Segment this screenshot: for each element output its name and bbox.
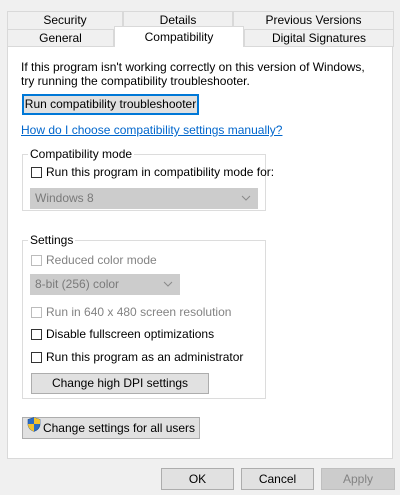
compatibility-mode-title: Compatibility mode	[28, 147, 135, 161]
run-640-checkbox	[31, 306, 42, 318]
run-as-admin-label: Run this program as an administrator	[46, 350, 244, 364]
change-all-users-label: Change settings for all users	[42, 421, 196, 435]
run-as-admin-row[interactable]: Run this program as an administrator	[31, 350, 243, 364]
disable-fullscreen-checkbox[interactable]	[31, 328, 42, 340]
intro-text: If this program isn't working correctly …	[21, 60, 365, 88]
help-link[interactable]: How do I choose compatibility settings m…	[21, 123, 282, 137]
os-select-value: Windows 8	[35, 191, 94, 205]
reduced-color-label: Reduced color mode	[46, 253, 157, 267]
cancel-button[interactable]: Cancel	[241, 468, 314, 490]
change-high-dpi-button[interactable]: Change high DPI settings	[31, 373, 209, 394]
compatibility-panel: If this program isn't working correctly …	[7, 46, 393, 459]
compat-mode-checkbox-row[interactable]: Run this program in compatibility mode f…	[31, 165, 274, 179]
run-640-label: Run in 640 x 480 screen resolution	[46, 305, 232, 319]
tab-security[interactable]: Security	[7, 11, 123, 29]
tab-general[interactable]: General	[7, 29, 114, 47]
tab-digital-signatures[interactable]: Digital Signatures	[244, 29, 394, 47]
chevron-down-icon	[241, 189, 251, 215]
disable-fullscreen-label: Disable fullscreen optimizations	[46, 327, 215, 341]
os-select: Windows 8	[30, 188, 258, 209]
settings-title: Settings	[28, 233, 76, 247]
disable-fullscreen-row[interactable]: Disable fullscreen optimizations	[31, 327, 214, 341]
color-select: 8-bit (256) color	[30, 274, 180, 295]
tab-row-front: General Compatibility Digital Signatures	[7, 26, 394, 47]
compat-mode-label: Run this program in compatibility mode f…	[46, 165, 275, 179]
chevron-down-icon	[163, 275, 173, 301]
run-640-row: Run in 640 x 480 screen resolution	[31, 305, 231, 319]
change-all-users-button[interactable]: Change settings for all users	[22, 417, 200, 439]
tab-previous-versions[interactable]: Previous Versions	[233, 11, 394, 29]
ok-button[interactable]: OK	[161, 468, 234, 490]
apply-button[interactable]: Apply	[321, 468, 395, 490]
compat-mode-checkbox[interactable]	[31, 166, 42, 178]
reduced-color-checkbox	[31, 254, 42, 266]
reduced-color-row: Reduced color mode	[31, 253, 157, 267]
color-select-value: 8-bit (256) color	[35, 277, 120, 291]
shield-icon	[27, 417, 41, 438]
run-troubleshooter-button[interactable]: Run compatibility troubleshooter	[22, 94, 199, 115]
tab-compatibility[interactable]: Compatibility	[114, 26, 244, 47]
run-as-admin-checkbox[interactable]	[31, 351, 42, 363]
